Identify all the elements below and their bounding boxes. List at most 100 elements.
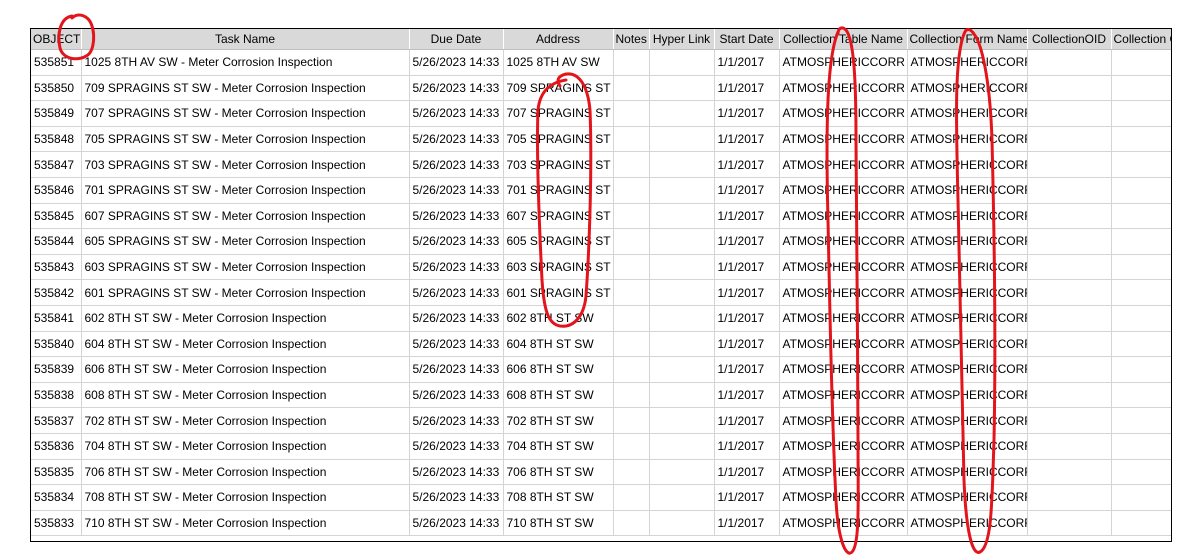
due-date-cell[interactable]: 5/26/2023 14:33 (409, 356, 504, 383)
task-name-cell[interactable]: 704 8TH ST SW - Meter Corrosion Inspecti… (81, 433, 410, 460)
collection-form-name-cell[interactable]: ATMOSPHERICCORR (907, 382, 1028, 409)
table-row[interactable]: 535851 1025 8TH AV SW - Meter Corrosion I… (31, 49, 1171, 76)
collection-form-name-cell[interactable]: ATMOSPHERICCORR (907, 407, 1028, 434)
hyper-link-cell[interactable] (649, 382, 715, 409)
address-cell[interactable]: 709 SPRAGINS ST S (503, 75, 614, 102)
start-date-cell[interactable]: 1/1/2017 (714, 510, 780, 537)
task-name-cell[interactable]: 602 8TH ST SW - Meter Corrosion Inspecti… (81, 305, 410, 332)
notes-cell[interactable] (613, 100, 650, 127)
hyper-link-cell[interactable] (649, 433, 715, 460)
table-row[interactable]: 535848 705 SPRAGINS ST SW - Meter Corrosi… (31, 126, 1171, 153)
notes-cell[interactable] (613, 459, 650, 486)
collection-table-name-cell[interactable]: ATMOSPHERICCORR (779, 433, 908, 460)
task-name-cell[interactable]: 705 SPRAGINS ST SW - Meter Corrosion Ins… (81, 126, 410, 153)
collection-oid-cell[interactable] (1027, 75, 1112, 102)
collection-oid-cell[interactable] (1027, 459, 1112, 486)
notes-cell[interactable] (613, 356, 650, 383)
collection-table-name-cell[interactable]: ATMOSPHERICCORR (779, 407, 908, 434)
address-cell[interactable]: 602 8TH ST SW (503, 305, 614, 332)
collection-form-name-cell[interactable]: ATMOSPHERICCORR (907, 331, 1028, 358)
address-cell[interactable]: 606 8TH ST SW (503, 356, 614, 383)
due-date-cell[interactable]: 5/26/2023 14:33 (409, 75, 504, 102)
collection-form-name-cell[interactable]: ATMOSPHERICCORR (907, 228, 1028, 255)
collection-table-name-cell[interactable]: ATMOSPHERICCORR (779, 510, 908, 537)
collection-table-name-cell[interactable]: ATMOSPHERICCORR (779, 305, 908, 332)
collection-table-name-cell[interactable]: ATMOSPHERICCORR (779, 151, 908, 178)
collection-form-name-cell[interactable]: ATMOSPHERICCORR (907, 279, 1028, 306)
due-date-cell[interactable]: 5/26/2023 14:33 (409, 203, 504, 230)
collection-table-name-cell[interactable]: ATMOSPHERICCORR (779, 75, 908, 102)
start-date-cell[interactable]: 1/1/2017 (714, 75, 780, 102)
collection-table-name-cell[interactable]: ATMOSPHERICCORR (779, 459, 908, 486)
notes-cell[interactable] (613, 484, 650, 511)
hyper-link-cell[interactable] (649, 331, 715, 358)
address-cell[interactable]: 704 8TH ST SW (503, 433, 614, 460)
collection-oid-cell[interactable] (1027, 356, 1112, 383)
collection-oid-cell[interactable] (1027, 382, 1112, 409)
notes-cell[interactable] (613, 254, 650, 281)
start-date-cell[interactable]: 1/1/2017 (714, 228, 780, 255)
collection-table-name-cell[interactable]: ATMOSPHERICCORR (779, 49, 908, 76)
table-row[interactable]: 535849 707 SPRAGINS ST SW - Meter Corrosi… (31, 100, 1171, 127)
task-name-cell[interactable]: 603 SPRAGINS ST SW - Meter Corrosion Ins… (81, 254, 410, 281)
notes-cell[interactable] (613, 510, 650, 537)
table-row[interactable]: 535846 701 SPRAGINS ST SW - Meter Corrosi… (31, 177, 1171, 204)
column-header-start-date[interactable]: Start Date (714, 29, 780, 50)
collection-table-name-cell[interactable]: ATMOSPHERICCORR (779, 382, 908, 409)
due-date-cell[interactable]: 5/26/2023 14:33 (409, 177, 504, 204)
hyper-link-cell[interactable] (649, 484, 715, 511)
address-cell[interactable]: 702 8TH ST SW (503, 407, 614, 434)
collection-table-name-cell[interactable]: ATMOSPHERICCORR (779, 254, 908, 281)
notes-cell[interactable] (613, 203, 650, 230)
collection-oid-cell[interactable] (1027, 254, 1112, 281)
task-name-cell[interactable]: 604 8TH ST SW - Meter Corrosion Inspecti… (81, 331, 410, 358)
task-name-cell[interactable]: 710 8TH ST SW - Meter Corrosion Inspecti… (81, 510, 410, 537)
collection-oid-cell[interactable] (1027, 177, 1112, 204)
collection-form-name-cell[interactable]: ATMOSPHERICCORR (907, 484, 1028, 511)
collection-globalid-cell[interactable] (1111, 228, 1171, 255)
start-date-cell[interactable]: 1/1/2017 (714, 177, 780, 204)
hyper-link-cell[interactable] (649, 126, 715, 153)
table-row[interactable]: 535835 706 8TH ST SW - Meter Corrosion In… (31, 459, 1171, 486)
due-date-cell[interactable]: 5/26/2023 14:33 (409, 126, 504, 153)
task-name-cell[interactable]: 1025 8TH AV SW - Meter Corrosion Inspect… (81, 49, 410, 76)
collection-form-name-cell[interactable]: ATMOSPHERICCORR (907, 433, 1028, 460)
start-date-cell[interactable]: 1/1/2017 (714, 484, 780, 511)
object-id-cell[interactable]: 535837 (31, 407, 82, 434)
notes-cell[interactable] (613, 228, 650, 255)
hyper-link-cell[interactable] (649, 100, 715, 127)
due-date-cell[interactable]: 5/26/2023 14:33 (409, 254, 504, 281)
notes-cell[interactable] (613, 305, 650, 332)
collection-oid-cell[interactable] (1027, 203, 1112, 230)
address-cell[interactable]: 607 SPRAGINS ST S (503, 203, 614, 230)
object-id-cell[interactable]: 535836 (31, 433, 82, 460)
collection-globalid-cell[interactable] (1111, 177, 1171, 204)
column-header-due-date[interactable]: Due Date (409, 29, 504, 50)
collection-form-name-cell[interactable]: ATMOSPHERICCORR (907, 75, 1028, 102)
notes-cell[interactable] (613, 126, 650, 153)
collection-table-name-cell[interactable]: ATMOSPHERICCORR (779, 177, 908, 204)
object-id-cell[interactable]: 535850 (31, 75, 82, 102)
collection-globalid-cell[interactable] (1111, 484, 1171, 511)
start-date-cell[interactable]: 1/1/2017 (714, 433, 780, 460)
hyper-link-cell[interactable] (649, 203, 715, 230)
table-row[interactable]: 535842 601 SPRAGINS ST SW - Meter Corrosi… (31, 279, 1171, 306)
address-cell[interactable]: 701 SPRAGINS ST S (503, 177, 614, 204)
hyper-link-cell[interactable] (649, 356, 715, 383)
collection-form-name-cell[interactable]: ATMOSPHERICCORR (907, 254, 1028, 281)
collection-globalid-cell[interactable] (1111, 382, 1171, 409)
collection-oid-cell[interactable] (1027, 126, 1112, 153)
table-row[interactable]: 535836 704 8TH ST SW - Meter Corrosion In… (31, 433, 1171, 460)
collection-oid-cell[interactable] (1027, 407, 1112, 434)
address-cell[interactable]: 708 8TH ST SW (503, 484, 614, 511)
due-date-cell[interactable]: 5/26/2023 14:33 (409, 459, 504, 486)
collection-globalid-cell[interactable] (1111, 407, 1171, 434)
task-name-cell[interactable]: 709 SPRAGINS ST SW - Meter Corrosion Ins… (81, 75, 410, 102)
collection-globalid-cell[interactable] (1111, 305, 1171, 332)
hyper-link-cell[interactable] (649, 305, 715, 332)
table-row[interactable]: 535837 702 8TH ST SW - Meter Corrosion In… (31, 407, 1171, 434)
column-header-collection-form-name[interactable]: Collection Form Name (907, 29, 1028, 50)
hyper-link-cell[interactable] (649, 49, 715, 76)
due-date-cell[interactable]: 5/26/2023 14:33 (409, 151, 504, 178)
object-id-cell[interactable]: 535839 (31, 356, 82, 383)
